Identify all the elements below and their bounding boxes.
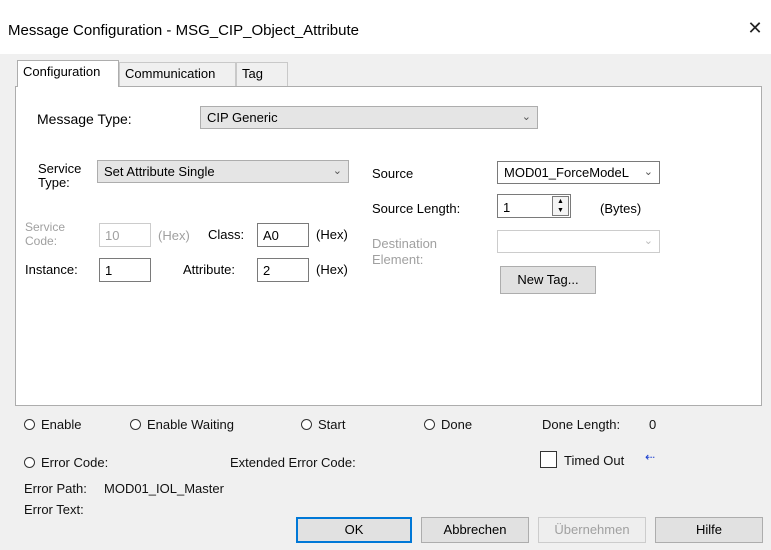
- chevron-down-icon: ⌄: [332, 165, 342, 177]
- destination-element-label: Destination Element:: [372, 236, 437, 268]
- instance-label: Instance:: [25, 262, 78, 277]
- arrow-left-icon: ⇠: [645, 450, 656, 464]
- status-enable-waiting: Enable Waiting: [130, 417, 234, 432]
- service-type-label: Service Type:: [38, 162, 81, 190]
- extended-error-code-label: Extended Error Code:: [230, 455, 356, 470]
- service-code-hex-label: (Hex): [158, 228, 190, 243]
- message-type-label: Message Type:: [37, 111, 132, 127]
- error-text-label: Error Text:: [24, 502, 84, 517]
- help-button[interactable]: Hilfe: [655, 517, 763, 543]
- service-code-label-line1: Service: [25, 220, 66, 234]
- close-icon[interactable]: ✕: [745, 18, 765, 38]
- ok-button[interactable]: OK: [296, 517, 412, 543]
- tab-tag[interactable]: Tag: [236, 62, 288, 86]
- window-title: Message Configuration - MSG_CIP_Object_A…: [8, 22, 359, 39]
- service-type-label-line2: Type:: [38, 175, 70, 190]
- tab-communication-label: Communication: [125, 66, 216, 81]
- status-enable: Enable: [24, 417, 81, 432]
- source-value: MOD01_ForceModeL: [504, 165, 629, 180]
- service-code-label: Service Code:: [25, 220, 65, 248]
- status-done: Done: [424, 417, 472, 432]
- chevron-down-icon: ⌄: [643, 165, 653, 178]
- class-label: Class:: [208, 227, 245, 242]
- timed-out-label: Timed Out: [564, 453, 625, 468]
- tab-tag-label: Tag: [242, 66, 263, 81]
- error-path-value: MOD01_IOL_Master: [104, 481, 224, 496]
- chevron-down-icon: ⌄: [643, 235, 653, 247]
- service-type-value: Set Attribute Single: [104, 164, 215, 179]
- status-done-label: Done: [441, 417, 473, 432]
- status-start-label: Start: [318, 417, 346, 432]
- attribute-input[interactable]: 2: [257, 258, 309, 282]
- attribute-label: Attribute:: [183, 262, 236, 277]
- destination-element-select[interactable]: ⌄: [497, 230, 660, 253]
- class-hex-label: (Hex): [316, 227, 348, 242]
- tab-configuration-label: Configuration: [23, 64, 101, 79]
- error-path-label: Error Path:: [24, 481, 87, 496]
- service-code-label-line2: Code:: [25, 234, 58, 248]
- destination-label-line1: Destination: [372, 236, 438, 251]
- message-type-select[interactable]: CIP Generic ⌄: [200, 106, 538, 129]
- bytes-label: (Bytes): [600, 201, 642, 216]
- apply-button[interactable]: Übernehmen: [538, 517, 646, 543]
- status-error-code-label: Error Code:: [41, 455, 109, 470]
- status-error-code: Error Code:: [24, 455, 108, 470]
- status-start: Start: [301, 417, 345, 432]
- instance-input[interactable]: 1: [99, 258, 151, 282]
- tab-configuration[interactable]: Configuration: [17, 60, 119, 87]
- source-select[interactable]: MOD01_ForceModeL ⌄: [497, 161, 660, 184]
- radio-indicator-icon: [301, 419, 312, 430]
- source-length-label: Source Length:: [372, 201, 461, 216]
- radio-indicator-icon: [424, 419, 435, 430]
- spin-down-icon[interactable]: ▼: [553, 206, 568, 215]
- service-code-input[interactable]: 10: [99, 223, 151, 247]
- destination-label-line2: Element:: [372, 252, 424, 267]
- radio-indicator-icon: [130, 419, 141, 430]
- service-type-select[interactable]: Set Attribute Single ⌄: [97, 160, 349, 183]
- radio-indicator-icon: [24, 457, 35, 468]
- attribute-hex-label: (Hex): [316, 262, 348, 277]
- new-tag-button[interactable]: New Tag...: [500, 266, 596, 294]
- cancel-button[interactable]: Abbrechen: [421, 517, 529, 543]
- message-type-value: CIP Generic: [207, 110, 278, 125]
- source-length-spinner[interactable]: ▲ ▼: [552, 196, 569, 216]
- spin-up-icon[interactable]: ▲: [553, 197, 568, 206]
- class-input[interactable]: A0: [257, 223, 309, 247]
- done-length-value: 0: [649, 417, 657, 432]
- done-length-label: Done Length:: [542, 417, 621, 432]
- tab-communication[interactable]: Communication: [119, 62, 236, 86]
- radio-indicator-icon: [24, 419, 35, 430]
- chevron-down-icon: ⌄: [521, 111, 531, 123]
- status-enable-waiting-label: Enable Waiting: [147, 417, 234, 432]
- source-label: Source: [372, 166, 414, 181]
- status-enable-label: Enable: [41, 417, 82, 432]
- service-type-label-line1: Service: [38, 161, 82, 176]
- timed-out-checkbox[interactable]: [540, 451, 557, 468]
